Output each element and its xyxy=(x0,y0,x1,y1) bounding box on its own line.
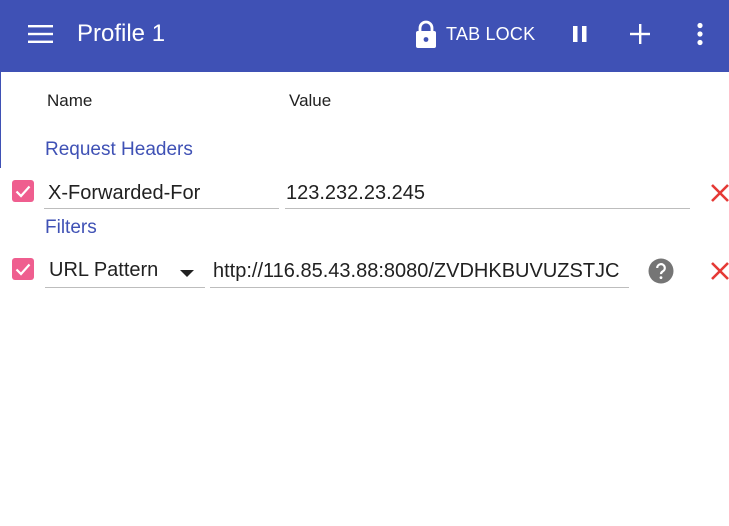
tab-lock-label: TAB LOCK xyxy=(446,23,536,44)
filters-title: Filters xyxy=(45,217,97,238)
profile-title: Profile 1 xyxy=(77,20,166,47)
filter-type-select[interactable]: URL Pattern xyxy=(45,257,205,288)
filter-enabled-checkbox[interactable] xyxy=(12,258,34,280)
close-icon xyxy=(711,184,729,202)
pause-button[interactable] xyxy=(560,14,600,54)
header-name-input[interactable]: X-Forwarded-For xyxy=(44,179,279,209)
value-column-header: Value xyxy=(289,91,332,110)
app-window: Profile 1 TAB LOCK Name Value Request He… xyxy=(0,0,729,526)
more-options-button[interactable] xyxy=(680,14,720,54)
header-enabled-checkbox[interactable] xyxy=(12,180,34,202)
delete-filter-button[interactable] xyxy=(709,260,729,282)
name-column-header: Name xyxy=(47,91,93,110)
dropdown-arrow-icon xyxy=(180,270,194,277)
close-icon xyxy=(711,262,729,280)
tab-lock-button[interactable]: TAB LOCK xyxy=(410,14,539,54)
pause-icon xyxy=(573,26,587,42)
help-icon xyxy=(648,258,674,284)
add-icon xyxy=(630,24,650,44)
url-pattern-input[interactable]: http://116.85.43.88:8080/ZVDHKBUVUZSTJC xyxy=(210,257,629,288)
menu-button[interactable] xyxy=(22,16,60,54)
add-button[interactable] xyxy=(620,14,660,54)
filter-type-value: URL Pattern xyxy=(49,259,159,281)
side-edge xyxy=(0,72,1,168)
lock-icon xyxy=(416,20,436,48)
top-toolbar: Profile 1 TAB LOCK xyxy=(0,0,729,72)
more-vert-icon xyxy=(697,22,703,46)
check-icon xyxy=(15,185,31,198)
check-icon xyxy=(15,263,31,276)
request-headers-title: Request Headers xyxy=(45,139,193,160)
menu-icon xyxy=(28,25,53,43)
help-button[interactable] xyxy=(648,258,674,284)
header-value-input[interactable]: 123.232.23.245 xyxy=(285,179,690,209)
delete-header-button[interactable] xyxy=(709,182,729,204)
